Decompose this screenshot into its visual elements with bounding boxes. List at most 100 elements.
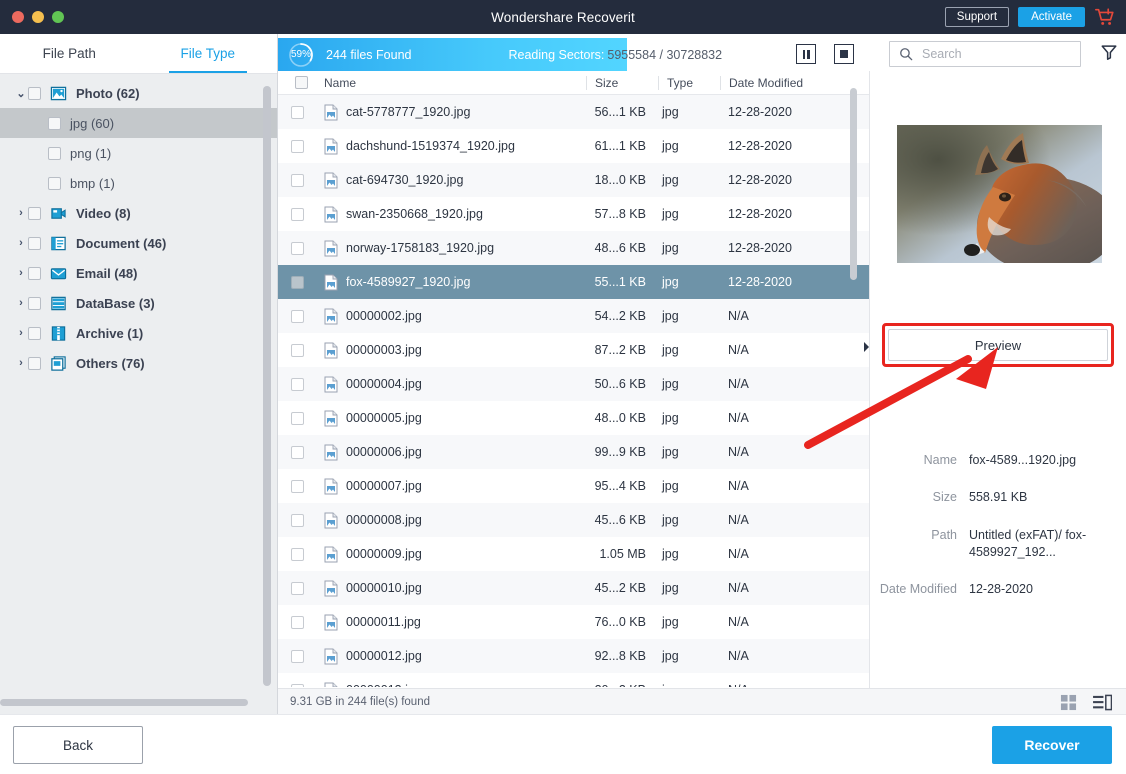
sidebar-checkbox[interactable] xyxy=(48,176,61,190)
sidebar-scrollbar-thumb[interactable] xyxy=(263,86,271,686)
grid-view-icon[interactable] xyxy=(1060,694,1077,711)
file-list-scrollbar-thumb[interactable] xyxy=(850,88,857,280)
shopping-cart-icon[interactable] xyxy=(1094,6,1116,28)
minimize-window-button[interactable] xyxy=(32,11,44,23)
sidebar-checkbox[interactable] xyxy=(28,266,41,280)
cell-type: jpg xyxy=(662,139,679,153)
tab-file-path[interactable]: File Path xyxy=(0,34,139,73)
table-row[interactable]: 00000013.jpg 20...2 KBjpgN/A xyxy=(278,673,869,687)
pause-scan-button[interactable] xyxy=(796,44,816,64)
sidebar-item-label: Document (46) xyxy=(76,235,167,251)
cell-type: jpg xyxy=(662,411,679,425)
chevron-right-icon[interactable]: › xyxy=(14,237,28,249)
select-all-checkbox[interactable] xyxy=(294,76,308,89)
sidebar-item-others[interactable]: › Others (76) xyxy=(0,348,277,378)
sidebar-checkbox[interactable] xyxy=(28,356,41,370)
row-checkbox[interactable] xyxy=(290,581,304,595)
collapse-panel-icon[interactable] xyxy=(862,340,871,354)
row-checkbox[interactable] xyxy=(290,105,304,119)
file-icon xyxy=(324,478,338,494)
table-row[interactable]: 00000003.jpg 87...2 KB jpg N/A xyxy=(278,333,869,367)
table-row[interactable]: 00000005.jpg 48...0 KB jpg N/A xyxy=(278,401,869,435)
column-header-size[interactable]: Size xyxy=(586,75,658,90)
status-bar: 9.31 GB in 244 file(s) found xyxy=(278,688,1126,714)
row-checkbox[interactable] xyxy=(290,139,304,153)
row-checkbox[interactable] xyxy=(290,649,304,663)
table-row[interactable]: dachshund-1519374_1920.jpg 61...1 KB jpg 12… xyxy=(278,129,869,163)
table-row[interactable]: 00000006.jpg 99...9 KB jpg N/A xyxy=(278,435,869,469)
row-checkbox[interactable] xyxy=(290,479,304,493)
sidebar-checkbox[interactable] xyxy=(28,236,41,250)
chevron-right-icon[interactable]: › xyxy=(14,297,28,309)
meta-value-name: fox-4589...1920.jpg xyxy=(969,453,1077,467)
preview-button[interactable]: Preview xyxy=(888,329,1108,361)
table-row[interactable]: 00000011.jpg 76...0 KB jpg N/A xyxy=(278,605,869,639)
table-row[interactable]: 00000012.jpg 92...8 KB jpg N/A xyxy=(278,639,869,673)
close-window-button[interactable] xyxy=(12,11,24,23)
table-row[interactable]: 00000008.jpg 45...6 KB jpg N/A xyxy=(278,503,869,537)
table-row[interactable]: 00000004.jpg 50...6 KB jpg N/A xyxy=(278,367,869,401)
table-row[interactable]: 00000002.jpg 54...2 KB jpg N/A xyxy=(278,299,869,333)
sidebar-item-video[interactable]: › Video (8) xyxy=(0,198,277,228)
chevron-right-icon[interactable]: › xyxy=(14,207,28,219)
list-view-icon[interactable] xyxy=(1093,694,1112,711)
sidebar-item-archive[interactable]: › Archive (1) xyxy=(0,318,277,348)
chevron-right-icon[interactable]: › xyxy=(14,267,28,279)
sidebar-item-document[interactable]: › Document (46) xyxy=(0,228,277,258)
preview-thumbnail xyxy=(897,125,1102,263)
search-box[interactable] xyxy=(889,41,1081,67)
table-row[interactable]: 00000009.jpg 1.05 MB jpg N/A xyxy=(278,537,869,571)
sidebar-item-database[interactable]: › DataBase (3) xyxy=(0,288,277,318)
chevron-down-icon[interactable]: ⌄ xyxy=(14,87,28,100)
sidebar-item-email[interactable]: › Email (48) xyxy=(0,258,277,288)
row-checkbox[interactable] xyxy=(290,207,304,221)
column-header-date-modified[interactable]: Date Modified xyxy=(720,75,865,90)
file-name-label: dachshund-1519374_1920.jpg xyxy=(346,139,515,153)
search-input[interactable] xyxy=(920,46,1070,62)
sidebar-checkbox[interactable] xyxy=(28,326,41,340)
back-button[interactable]: Back xyxy=(13,726,143,764)
chevron-right-icon[interactable]: › xyxy=(14,357,28,369)
maximize-window-button[interactable] xyxy=(52,11,64,23)
sidebar-checkbox[interactable] xyxy=(48,146,61,160)
row-checkbox[interactable] xyxy=(290,547,304,561)
row-checkbox[interactable] xyxy=(290,377,304,391)
sidebar-item-png[interactable]: png (1) xyxy=(0,138,277,168)
row-checkbox[interactable] xyxy=(290,173,304,187)
sidebar-item-bmp[interactable]: bmp (1) xyxy=(0,168,277,198)
sidebar-checkbox[interactable] xyxy=(28,86,41,100)
row-checkbox[interactable] xyxy=(290,411,304,425)
reading-sectors-label: Reading Sectors: xyxy=(508,47,605,62)
row-checkbox[interactable] xyxy=(290,275,304,289)
row-checkbox[interactable] xyxy=(290,683,304,687)
row-checkbox[interactable] xyxy=(290,445,304,459)
table-row[interactable]: cat-5778777_1920.jpg 56...1 KB jpg 12-28-20… xyxy=(278,95,869,129)
row-checkbox[interactable] xyxy=(290,309,304,323)
table-row[interactable]: swan-2350668_1920.jpg 57...8 KB jpg 12-28-2… xyxy=(278,197,869,231)
support-button[interactable]: Support xyxy=(944,7,1010,27)
sidebar-horizontal-scrollbar[interactable] xyxy=(0,699,248,706)
table-row[interactable]: norway-1758183_1920.jpg 48...6 KB jpg 12-28… xyxy=(278,231,869,265)
table-row[interactable]: fox-4589927_1920.jpg 55...1 KB jpg 12-28-20… xyxy=(278,265,869,299)
row-checkbox[interactable] xyxy=(290,241,304,255)
recover-button[interactable]: Recover xyxy=(992,726,1112,764)
tab-file-type[interactable]: File Type xyxy=(139,34,278,73)
sidebar-checkbox[interactable] xyxy=(48,116,61,130)
cell-date-modified: N/A xyxy=(728,479,749,493)
table-row[interactable]: cat-694730_1920.jpg 18...0 KB jpg 12-28-202… xyxy=(278,163,869,197)
sidebar-checkbox[interactable] xyxy=(28,296,41,310)
row-checkbox[interactable] xyxy=(290,513,304,527)
column-header-type[interactable]: Type xyxy=(658,75,720,90)
table-row[interactable]: 00000010.jpg 45...2 KB jpg N/A xyxy=(278,571,869,605)
table-row[interactable]: 00000007.jpg 95...4 KB jpg N/A xyxy=(278,469,869,503)
sidebar-checkbox[interactable] xyxy=(28,206,41,220)
activate-button[interactable]: Activate xyxy=(1018,7,1085,27)
sidebar-item-jpg[interactable]: jpg (60) xyxy=(0,108,277,138)
column-header-name[interactable]: Name xyxy=(316,76,586,90)
filter-icon[interactable] xyxy=(1100,43,1118,61)
chevron-right-icon[interactable]: › xyxy=(14,327,28,339)
row-checkbox[interactable] xyxy=(290,343,304,357)
row-checkbox[interactable] xyxy=(290,615,304,629)
sidebar-item-photo[interactable]: ⌄ Photo (62) xyxy=(0,78,277,108)
stop-scan-button[interactable] xyxy=(834,44,854,64)
